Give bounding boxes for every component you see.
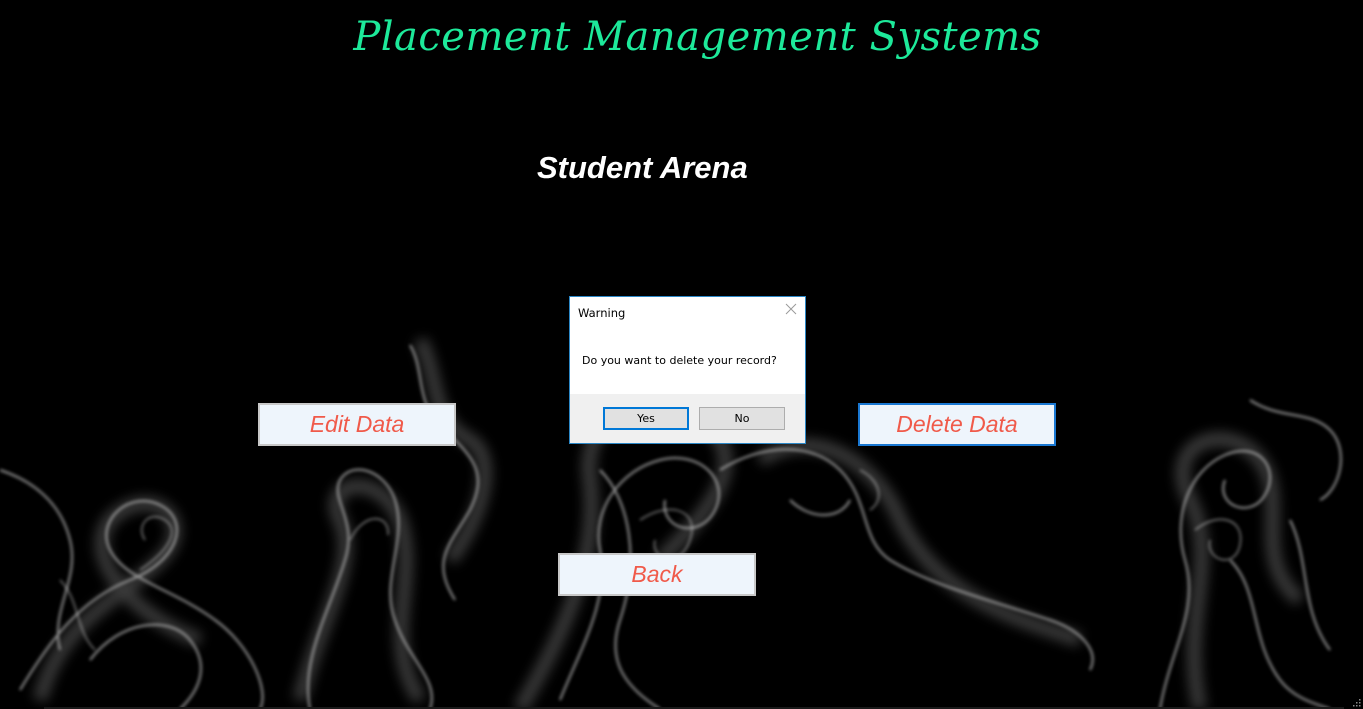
no-button[interactable]: No: [699, 407, 785, 430]
dialog-button-bar: Yes No: [570, 394, 805, 443]
dialog-title: Warning: [578, 306, 626, 320]
dialog-message: Do you want to delete your record?: [582, 354, 777, 367]
back-button[interactable]: Back: [558, 553, 756, 596]
yes-button[interactable]: Yes: [603, 407, 689, 430]
edit-data-button[interactable]: Edit Data: [258, 403, 456, 446]
page-subtitle: Student Arena: [537, 150, 748, 185]
delete-data-button[interactable]: Delete Data: [858, 403, 1056, 446]
close-icon[interactable]: [784, 302, 798, 316]
application-window: Placement Management Systems Student Are…: [0, 0, 1363, 709]
app-title: Placement Management Systems: [353, 14, 1042, 60]
warning-dialog: Warning Do you want to delete your recor…: [569, 296, 806, 444]
resize-grip-icon[interactable]: [1353, 699, 1361, 707]
